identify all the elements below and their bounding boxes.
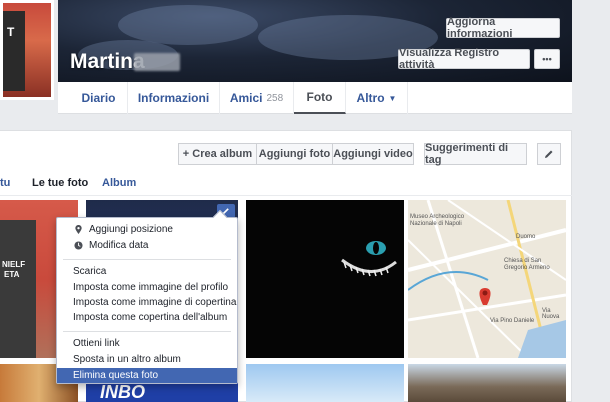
menu-add-location[interactable]: Aggiungi posizione (57, 222, 237, 237)
menu-separator (63, 259, 231, 260)
menu-get-link[interactable]: Ottieni link (57, 336, 237, 351)
map-label-street: Via Pino Daniele (490, 318, 535, 324)
add-video-button[interactable]: Aggiungi video (332, 143, 414, 165)
map-label-duomo: Duomo (516, 234, 536, 240)
banner-text: INBO (100, 382, 145, 402)
tab-altro[interactable]: Altro ▼ (346, 82, 408, 114)
menu-delete-photo[interactable]: Elimina questa foto (57, 368, 237, 383)
photo-context-menu: Aggiungi posizione Modifica data Scarica… (56, 209, 238, 384)
shirt-text: NIELF (2, 260, 26, 269)
menu-set-cover-photo[interactable]: Imposta come immagine di copertina (57, 295, 237, 310)
menu-separator (63, 331, 231, 332)
tab-label: Diario (81, 91, 116, 105)
map-label-via-nuova: Via Nuova (542, 308, 560, 320)
update-info-button[interactable]: Aggiorna informazioni (446, 16, 560, 40)
friends-count: 258 (266, 92, 284, 104)
create-album-button[interactable]: + Crea album (178, 143, 257, 165)
tab-your-photos[interactable]: Le tue foto (32, 177, 88, 189)
profile-person (3, 11, 25, 91)
tab-label: Informazioni (137, 91, 210, 105)
tab-informazioni[interactable]: Informazioni (128, 82, 220, 114)
menu-move-to-album[interactable]: Sposta in un altro album (57, 352, 237, 367)
tab-album[interactable]: Album (102, 177, 136, 189)
add-photos-button[interactable]: Aggiungi foto (256, 143, 333, 165)
cheshire-cat-image (341, 241, 397, 277)
menu-set-profile-picture[interactable]: Imposta come immagine del profilo (57, 280, 237, 295)
activity-log-button[interactable]: Visualizza Registro attività (398, 47, 530, 71)
photo-person (0, 220, 36, 358)
cover-cloud (118, 5, 258, 45)
tag-suggestions-button[interactable]: Suggerimenti di tag (424, 142, 527, 166)
map-label-museum: Museo Archeologico Nazionale di Napoli (410, 214, 465, 227)
map-thumbnail[interactable]: Museo Archeologico Nazionale di Napoli D… (408, 200, 566, 358)
more-options-button[interactable]: ••• (534, 49, 560, 69)
tab-diario[interactable]: Diario (70, 82, 128, 114)
photo-thumbnail[interactable] (246, 364, 404, 402)
tab-label: Amici (229, 91, 263, 105)
profile-nav: Diario Informazioni Amici 258 Foto Altro… (58, 82, 572, 114)
tab-label: Foto (306, 90, 333, 104)
photo-thumbnail[interactable] (408, 364, 566, 402)
tab-amici[interactable]: Amici 258 (220, 82, 294, 114)
menu-edit-date[interactable]: Modifica data (57, 238, 237, 253)
tab-foto[interactable]: Foto (294, 82, 346, 114)
map-label-church: Chiesa di San Gregorio Armeno (504, 258, 550, 271)
chevron-down-icon: ▼ (388, 93, 397, 103)
edit-button[interactable] (537, 143, 561, 165)
subtab-divider (0, 195, 572, 196)
profile-surname-blurred (134, 53, 180, 71)
menu-download[interactable]: Scarica (57, 264, 237, 279)
pencil-icon (545, 150, 553, 158)
tab-label: Altro (356, 91, 385, 105)
menu-set-album-cover[interactable]: Imposta come copertina dell'album (57, 310, 237, 325)
shirt-text: ETA (4, 270, 20, 279)
tab-partial[interactable]: tu (0, 177, 10, 189)
profile-picture[interactable] (0, 0, 54, 100)
photo-thumbnail[interactable] (246, 200, 404, 358)
